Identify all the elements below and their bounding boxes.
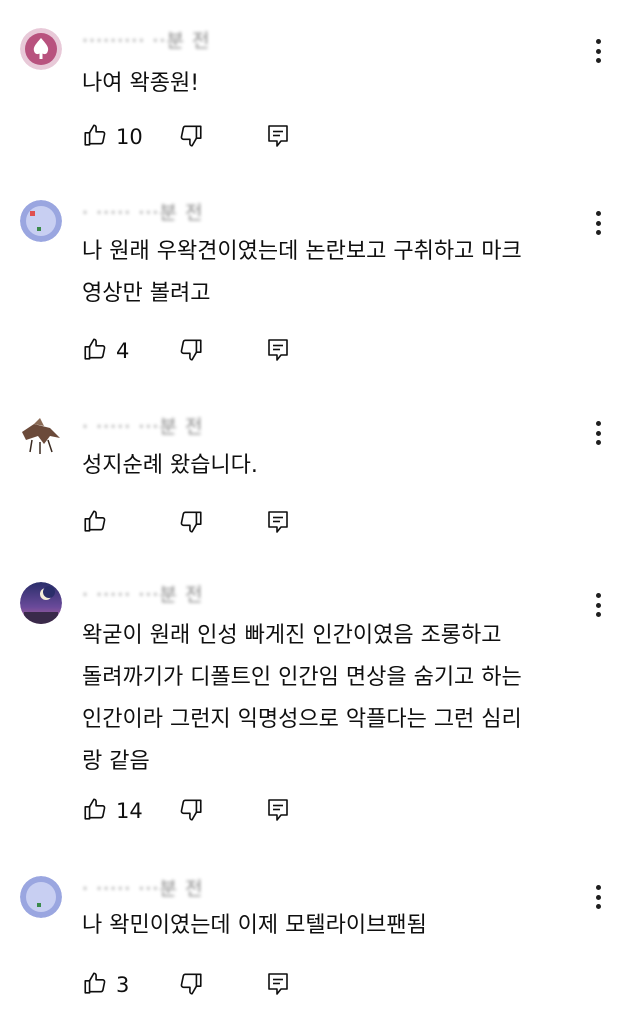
comment-text-line: 나 원래 우왁견이였는데 논란보고 구취하고 마크	[82, 239, 522, 264]
like-button[interactable]	[82, 508, 116, 538]
comment-meta[interactable]: · ····· ···분 전	[82, 198, 203, 225]
comment-actions	[82, 508, 312, 538]
thumbs-down-icon	[178, 973, 204, 1001]
dislike-button[interactable]	[178, 971, 204, 1001]
like-count: 3	[116, 973, 130, 997]
reply-comment-icon	[266, 511, 290, 539]
like-count: 4	[116, 339, 130, 363]
comment-meta[interactable]: · ····· ···분 전	[82, 874, 203, 901]
reply-button[interactable]	[266, 337, 290, 367]
comment-text: 왁굳이 원래 인성 빠게진 인간이였음 조롱하고 돌려까기가 디폴트인 인간임 …	[82, 617, 612, 781]
comment-actions: 4	[82, 336, 312, 366]
reply-button[interactable]	[266, 797, 290, 827]
like-button[interactable]: 14	[82, 796, 143, 826]
comment-text: 성지순례 왔습니다.	[82, 447, 612, 485]
reply-comment-icon	[266, 339, 290, 367]
comment-meta[interactable]: · ····· ···분 전	[82, 412, 203, 439]
reply-comment-icon	[266, 125, 290, 153]
dislike-button[interactable]	[178, 797, 204, 827]
comment-actions: 3	[82, 970, 312, 1000]
more-vertical-icon[interactable]	[586, 418, 610, 448]
reply-button[interactable]	[266, 123, 290, 153]
comment-text-line: 성지순례 왔습니다.	[82, 453, 258, 478]
more-vertical-icon[interactable]	[586, 590, 610, 620]
reply-comment-icon	[266, 799, 290, 827]
comment-text-line: 인간이라 그런지 익명성으로 악플다는 그런 심리	[82, 707, 522, 732]
comment-actions: 14	[82, 796, 312, 826]
avatar[interactable]	[20, 414, 62, 456]
reply-comment-icon	[266, 973, 290, 1001]
dislike-button[interactable]	[178, 337, 204, 367]
comment-text-line: 랑 같음	[82, 749, 150, 774]
thumbs-down-icon	[178, 511, 204, 539]
avatar[interactable]	[20, 876, 62, 918]
thumbs-up-icon	[82, 796, 108, 826]
thumbs-up-icon	[82, 970, 108, 1000]
comment-meta[interactable]: ········· ··분 전	[82, 26, 210, 53]
thumbs-down-icon	[178, 799, 204, 827]
comment-text-line: 나여 왁종원!	[82, 71, 200, 96]
thumbs-down-icon	[178, 339, 204, 367]
thumbs-up-icon	[82, 122, 108, 152]
thumbs-down-icon	[178, 125, 204, 153]
like-count: 10	[116, 125, 143, 149]
comment-text: 나여 왁종원!	[82, 65, 612, 103]
comment-text-line: 영상만 볼려고	[82, 281, 211, 306]
comment-text: 나 왁민이였는데 이제 모텔라이브팬됨	[82, 907, 612, 945]
avatar[interactable]	[20, 28, 62, 70]
comment-text-line: 나 왁민이였는데 이제 모텔라이브팬됨	[82, 913, 427, 938]
comment-text-line: 돌려까기가 디폴트인 인간임 면상을 숨기고 하는	[82, 665, 522, 690]
comment-meta[interactable]: · ····· ···분 전	[82, 580, 203, 607]
like-count: 14	[116, 799, 143, 823]
comment-text-line: 왁굳이 원래 인성 빠게진 인간이였음 조롱하고	[82, 623, 502, 648]
more-vertical-icon[interactable]	[586, 36, 610, 66]
avatar[interactable]	[20, 582, 62, 624]
like-button[interactable]: 10	[82, 122, 143, 152]
thumbs-up-icon	[82, 336, 108, 366]
avatar[interactable]	[20, 200, 62, 242]
like-button[interactable]: 4	[82, 336, 129, 366]
dislike-button[interactable]	[178, 509, 204, 539]
comment-actions: 10	[82, 122, 312, 152]
like-button[interactable]: 3	[82, 970, 129, 1000]
thumbs-up-icon	[82, 508, 108, 538]
comment-text: 나 원래 우왁견이였는데 논란보고 구취하고 마크 영상만 볼려고	[82, 233, 612, 313]
reply-button[interactable]	[266, 971, 290, 1001]
dislike-button[interactable]	[178, 123, 204, 153]
reply-button[interactable]	[266, 509, 290, 539]
